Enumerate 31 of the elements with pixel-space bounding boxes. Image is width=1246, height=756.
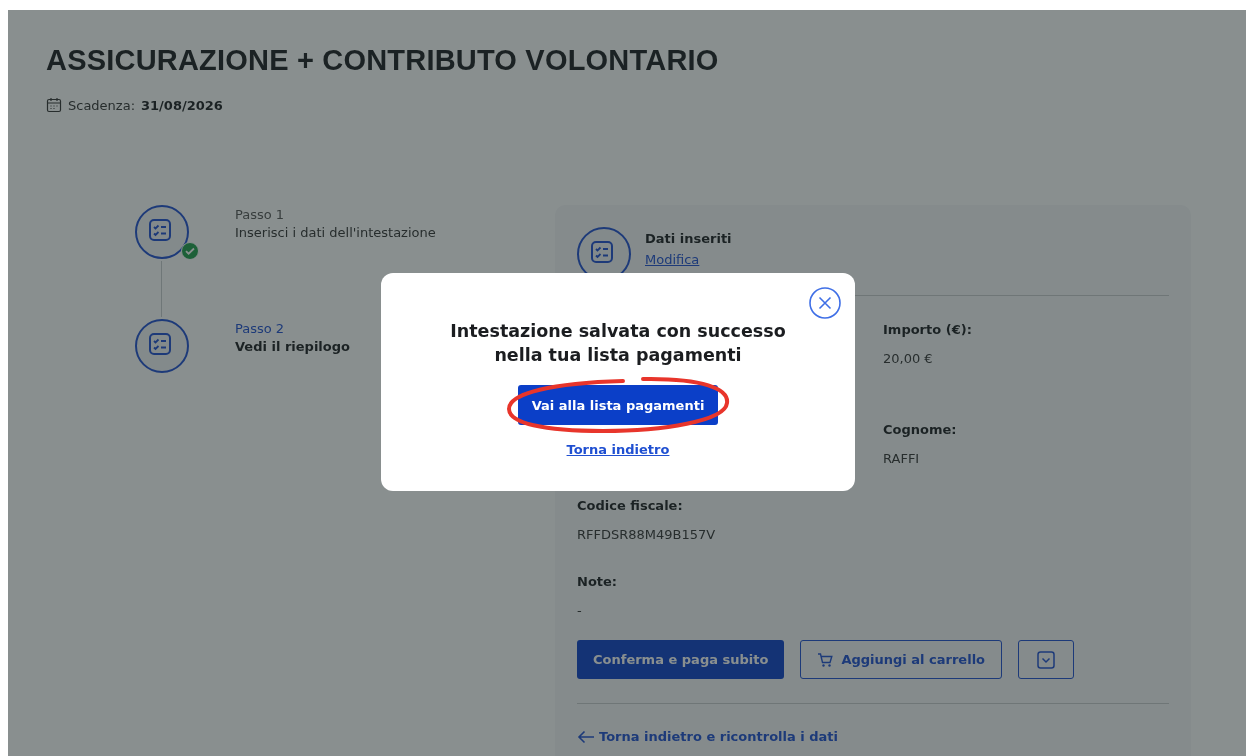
field-value: 20,00 € [883,351,934,366]
field-label: Cognome: [883,422,958,437]
close-button[interactable] [809,287,841,319]
step-description: Inserisci i dati dell'intestazione [235,225,436,240]
go-to-payments-button[interactable]: Vai alla lista pagamenti [517,385,719,425]
calendar-icon [46,97,62,113]
page-title: ASSICURAZIONE + CONTRIBUTO VOLONTARIO [46,44,720,77]
step-label: Passo 2 [235,321,286,336]
step-label: Passo 1 [235,207,286,222]
field-value: RAFFI [883,451,921,466]
section-heading: Dati inseriti [645,231,732,246]
back-link[interactable]: Torna indietro [566,442,670,457]
cart-icon [817,651,834,668]
close-icon [809,287,841,319]
field-value: - [577,603,583,618]
checklist-icon [135,205,189,259]
step-description: Vedi il riepilogo [235,339,350,354]
edit-link[interactable]: Modifica [645,252,700,267]
back-link[interactable]: Torna indietro e ricontrolla i dati [577,729,838,744]
field-value: RFFDSR88M49B157V [577,527,717,542]
dropdown-button[interactable] [1018,640,1075,679]
deadline-date: 31/08/2026 [141,97,223,113]
field-label: Codice fiscale: [577,498,684,513]
field-label: Note: [577,574,619,589]
deadline-label: Scadenza: [68,97,136,113]
arrow-left-icon [577,729,595,744]
add-to-cart-button[interactable]: Aggiungi al carrello [800,640,1003,679]
chevron-down-icon [1037,650,1056,669]
pay-button[interactable]: Conferma e paga subito [577,640,785,679]
dialog-message: Intestazione salvata con successo nella tua lista pagamenti [449,320,787,367]
field-label: Importo (€): [883,322,973,337]
